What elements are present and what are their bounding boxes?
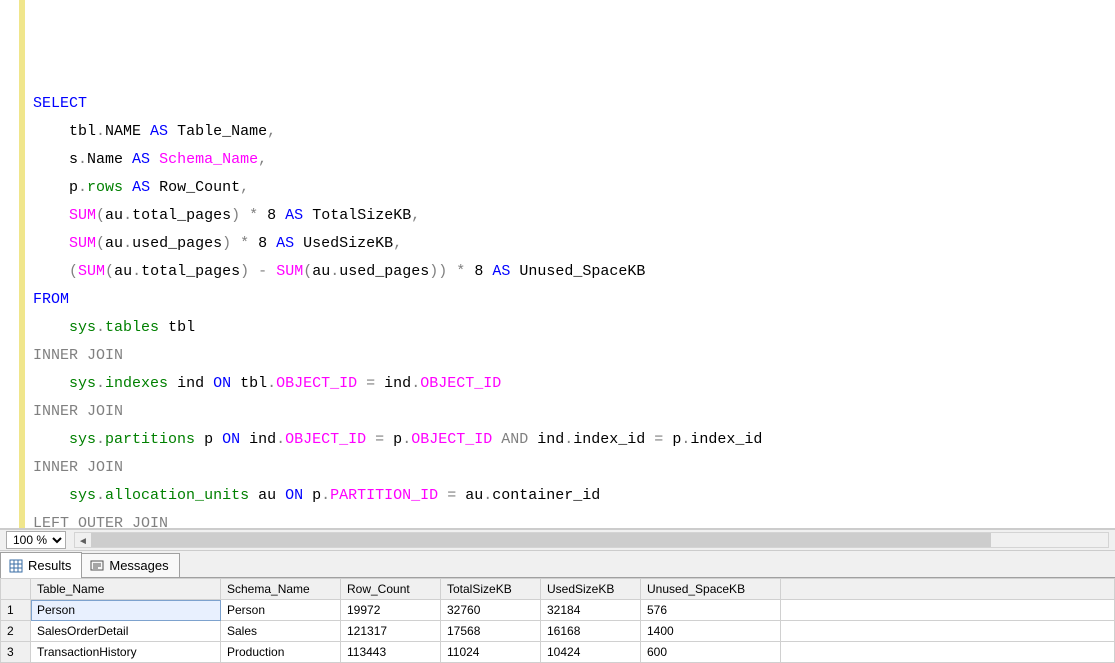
data-cell[interactable]: TransactionHistory <box>31 642 221 663</box>
editor-gutter <box>0 0 25 528</box>
corner-cell[interactable] <box>1 579 31 600</box>
col-header[interactable]: TotalSizeKB <box>441 579 541 600</box>
col-header[interactable]: Table_Name <box>31 579 221 600</box>
data-cell[interactable]: 121317 <box>341 621 441 642</box>
row-spacer <box>781 600 1115 621</box>
tab-results[interactable]: Results <box>0 552 82 578</box>
data-cell[interactable]: 576 <box>641 600 781 621</box>
data-cell[interactable]: 1400 <box>641 621 781 642</box>
table-row[interactable]: 2SalesOrderDetailSales121317175681616814… <box>1 621 1115 642</box>
data-cell[interactable]: Production <box>221 642 341 663</box>
scroll-left-icon[interactable]: ◄ <box>75 535 91 549</box>
sql-code-area[interactable]: − SELECT tbl.NAME AS Table_Name, s.Name … <box>25 0 1115 528</box>
col-header[interactable]: Schema_Name <box>221 579 341 600</box>
data-cell[interactable]: 600 <box>641 642 781 663</box>
row-number-cell[interactable]: 2 <box>1 621 31 642</box>
results-grid-pane: Table_Name Schema_Name Row_Count TotalSi… <box>0 578 1115 663</box>
grid-icon <box>9 559 23 573</box>
col-header[interactable]: Row_Count <box>341 579 441 600</box>
row-spacer <box>781 621 1115 642</box>
horizontal-scrollbar[interactable]: ◄ <box>74 532 1109 548</box>
results-table[interactable]: Table_Name Schema_Name Row_Count TotalSi… <box>0 578 1115 663</box>
data-cell[interactable]: 16168 <box>541 621 641 642</box>
results-tabs-bar: Results Messages <box>0 551 1115 578</box>
data-cell[interactable]: 32184 <box>541 600 641 621</box>
tab-messages[interactable]: Messages <box>81 553 179 577</box>
tab-results-label: Results <box>28 558 71 573</box>
data-cell[interactable]: Person <box>221 600 341 621</box>
data-cell[interactable]: 11024 <box>441 642 541 663</box>
col-spacer <box>781 579 1115 600</box>
editor-status-bar: 100 % ◄ <box>0 529 1115 551</box>
data-cell[interactable]: 19972 <box>341 600 441 621</box>
scroll-thumb[interactable] <box>91 533 991 547</box>
results-header-row: Table_Name Schema_Name Row_Count TotalSi… <box>1 579 1115 600</box>
row-number-cell[interactable]: 3 <box>1 642 31 663</box>
data-cell[interactable]: 113443 <box>341 642 441 663</box>
row-spacer <box>781 642 1115 663</box>
data-cell[interactable]: 32760 <box>441 600 541 621</box>
data-cell[interactable]: Sales <box>221 621 341 642</box>
sql-editor-pane: − SELECT tbl.NAME AS Table_Name, s.Name … <box>0 0 1115 529</box>
data-cell[interactable]: 10424 <box>541 642 641 663</box>
data-cell[interactable]: Person <box>31 600 221 621</box>
table-row[interactable]: 1PersonPerson199723276032184576 <box>1 600 1115 621</box>
table-row[interactable]: 3TransactionHistoryProduction11344311024… <box>1 642 1115 663</box>
col-header[interactable]: UsedSizeKB <box>541 579 641 600</box>
messages-icon <box>90 559 104 573</box>
data-cell[interactable]: SalesOrderDetail <box>31 621 221 642</box>
col-header[interactable]: Unused_SpaceKB <box>641 579 781 600</box>
zoom-dropdown[interactable]: 100 % <box>6 531 66 549</box>
data-cell[interactable]: 17568 <box>441 621 541 642</box>
row-number-cell[interactable]: 1 <box>1 600 31 621</box>
tab-messages-label: Messages <box>109 558 168 573</box>
